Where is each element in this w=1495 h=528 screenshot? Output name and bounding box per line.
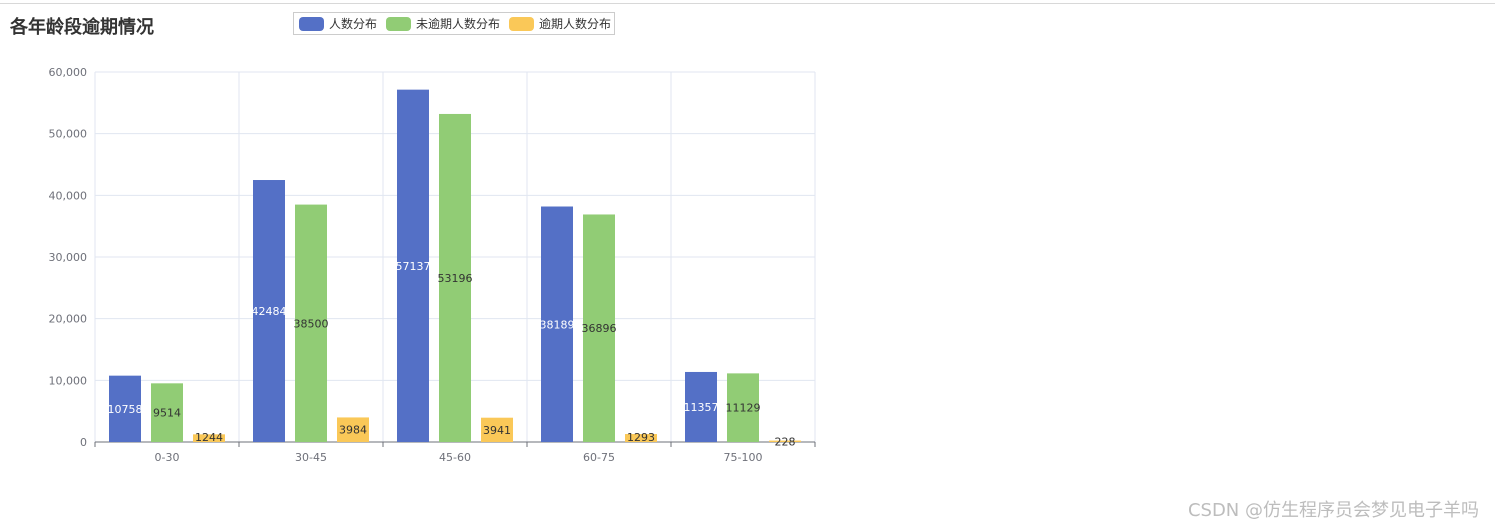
bar-value-label: 11129 xyxy=(726,402,761,415)
y-tick-label: 20,000 xyxy=(49,313,88,326)
y-tick-label: 60,000 xyxy=(49,66,88,79)
watermark-text: CSDN @仿生程序员会梦见电子羊吗 xyxy=(1187,500,1479,521)
bar-value-label: 53196 xyxy=(438,272,473,285)
bar-value-label: 38500 xyxy=(294,317,329,330)
y-tick-label: 10,000 xyxy=(49,374,88,387)
bar-value-label: 11357 xyxy=(684,401,719,414)
bar-value-label: 57137 xyxy=(396,260,431,273)
y-tick-label: 0 xyxy=(80,436,87,449)
bar-value-label: 42484 xyxy=(252,305,287,318)
x-tick-label: 75-100 xyxy=(724,451,763,464)
y-tick-label: 30,000 xyxy=(49,251,88,264)
bar-value-label: 3941 xyxy=(483,424,511,437)
bar-value-label: 3984 xyxy=(339,424,367,437)
x-tick-label: 45-60 xyxy=(439,451,471,464)
x-tick-label: 0-30 xyxy=(155,451,180,464)
bar-value-label: 228 xyxy=(775,435,796,448)
bar-value-label: 1293 xyxy=(627,431,655,444)
bar-value-label: 9514 xyxy=(153,407,181,420)
bar-chart: 0 10,000 20,000 30,000 40,000 50,000 60,000 0-3… xyxy=(49,66,816,464)
y-tick-label: 40,000 xyxy=(49,189,88,202)
x-tick-label: 60-75 xyxy=(583,451,615,464)
x-tick-label: 30-45 xyxy=(295,451,327,464)
bar-value-label: 10758 xyxy=(108,403,143,416)
bar-value-label: 38189 xyxy=(540,318,575,331)
bar-value-label: 1244 xyxy=(195,431,223,444)
bar-value-label: 36896 xyxy=(582,322,617,335)
y-tick-label: 50,000 xyxy=(49,128,88,141)
